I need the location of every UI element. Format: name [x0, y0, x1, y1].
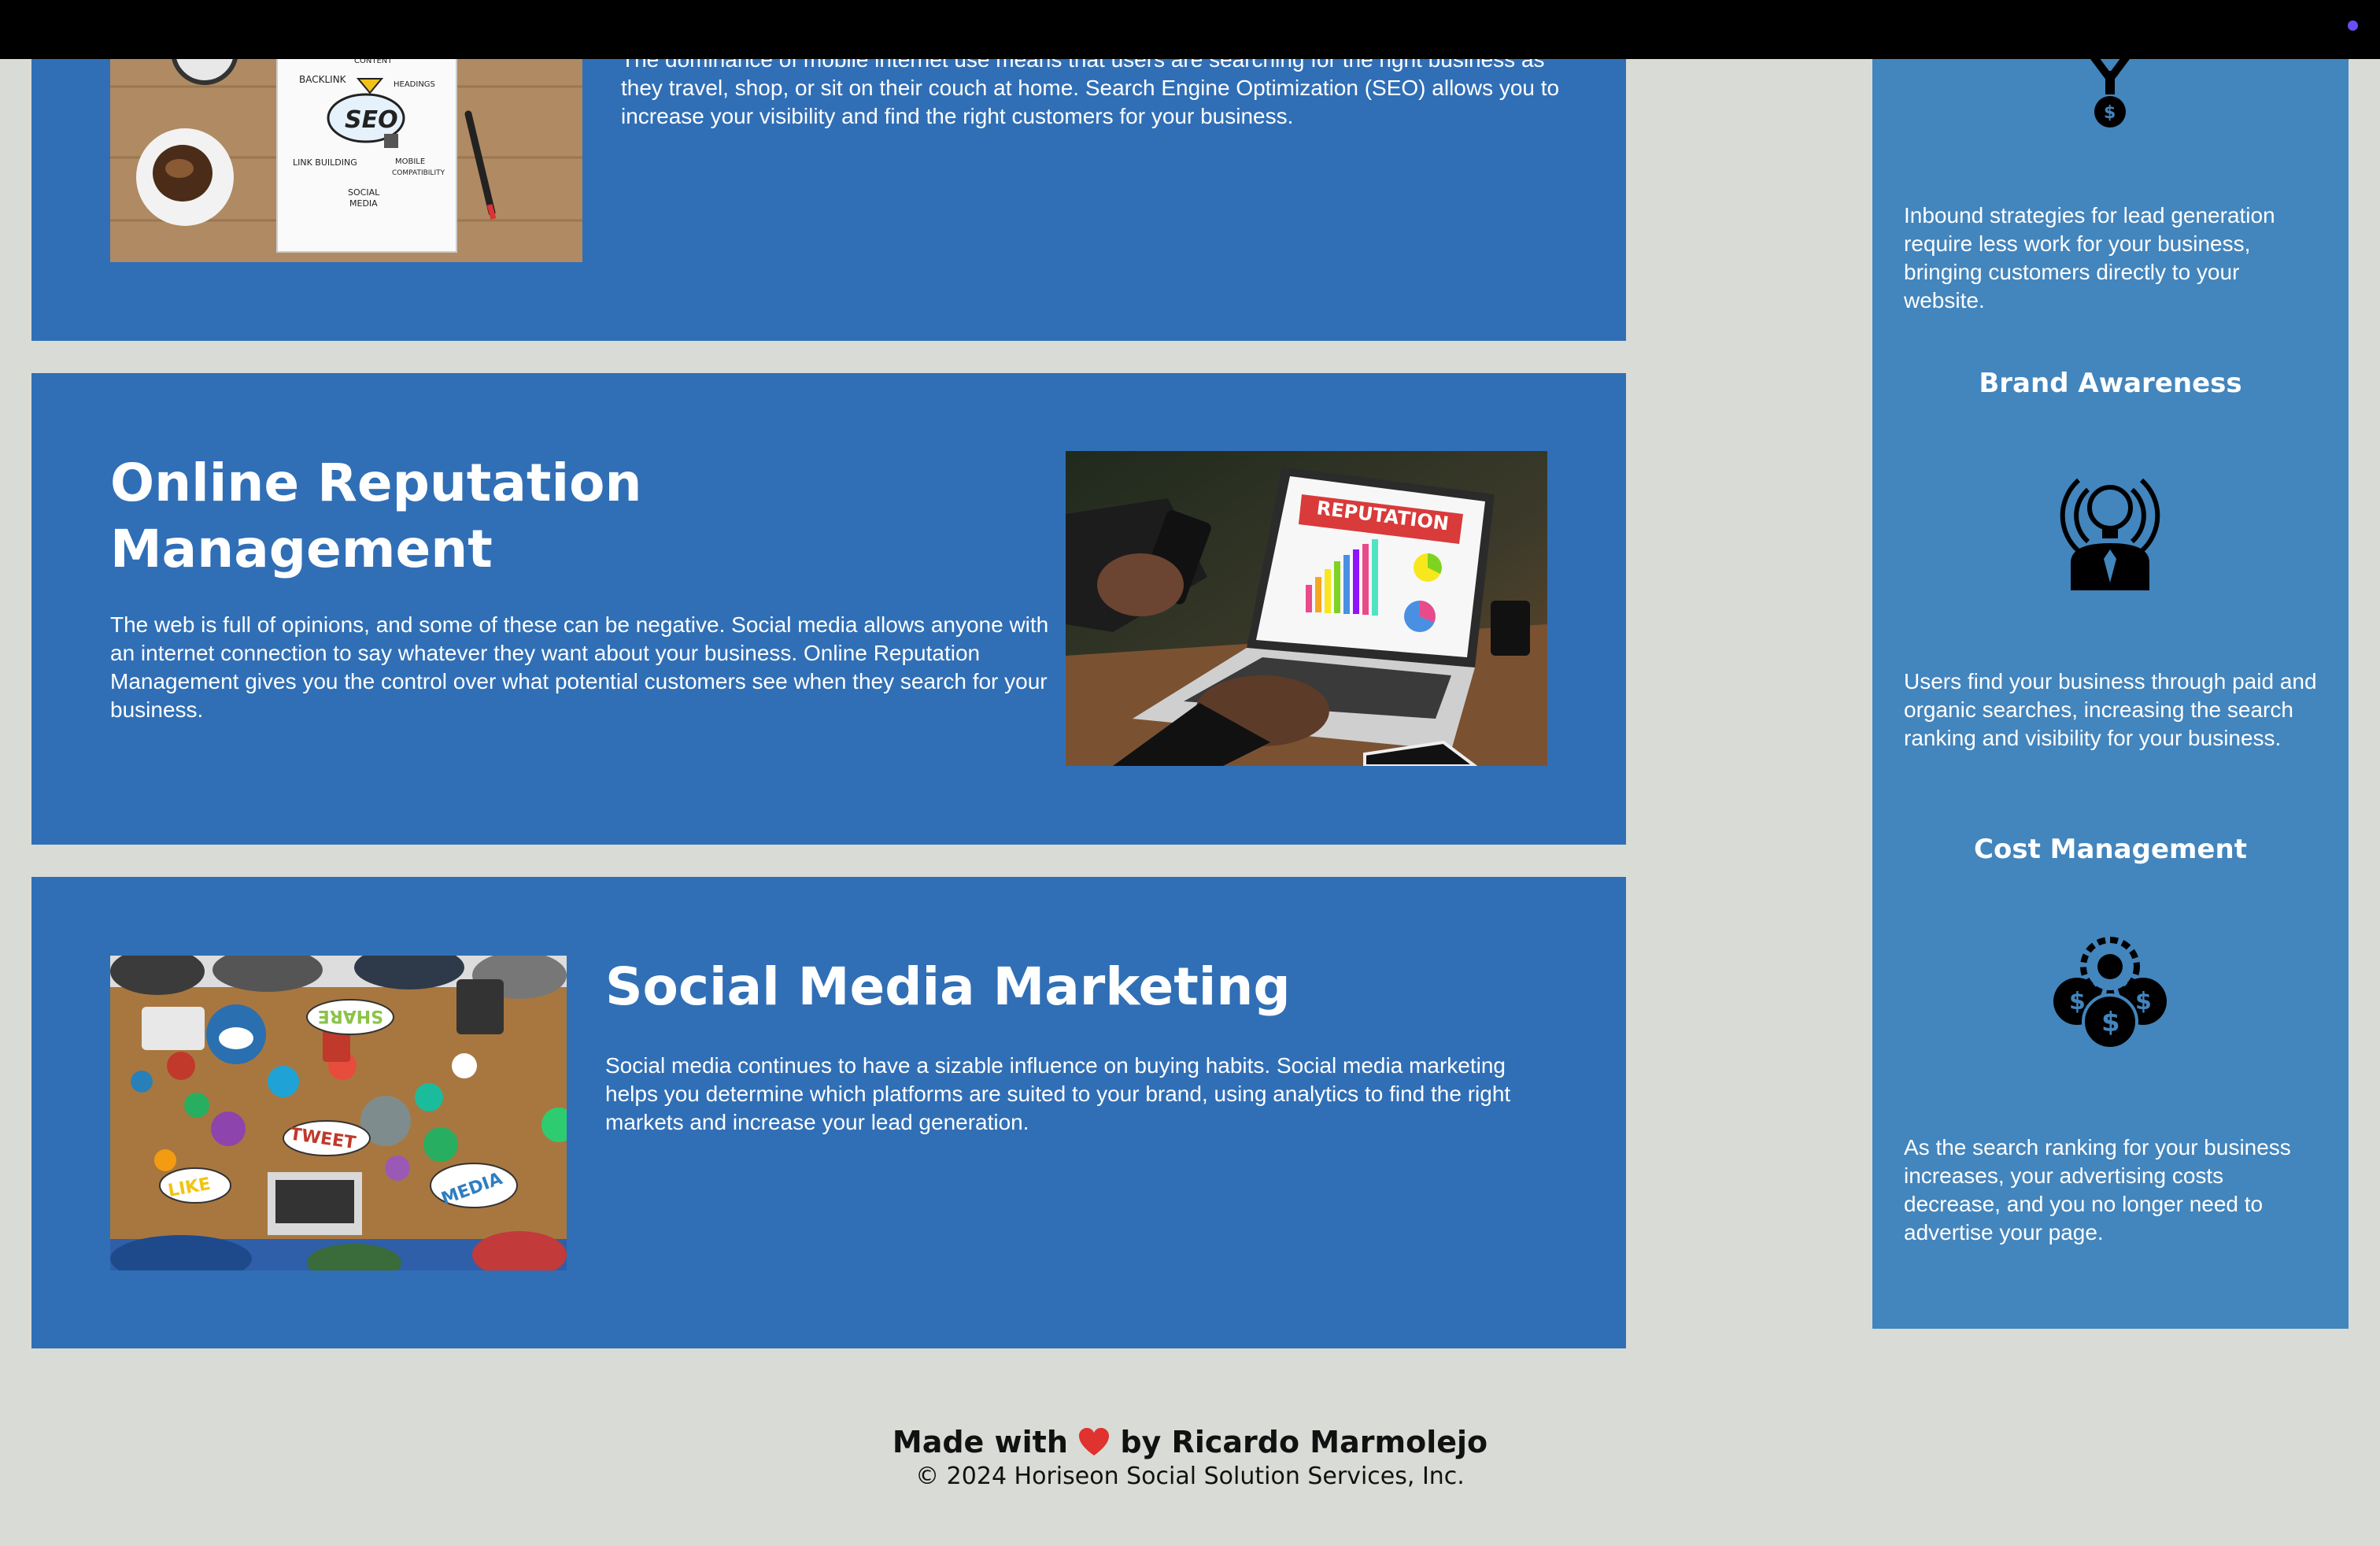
seo-image-media: MEDIA: [349, 198, 378, 209]
online-reputation-section: Online Reputation Management The web is …: [31, 373, 1626, 845]
seo-image-compatibility: COMPATIBILITY: [392, 169, 445, 177]
seo-image-headings: HEADINGS: [394, 80, 435, 89]
benefits-aside: $ Inbound strategies for lead generation…: [1872, 45, 2349, 1329]
svg-text:$: $: [2135, 988, 2152, 1015]
brand-awareness-text: Users find your business through paid an…: [1904, 669, 2317, 750]
footer: Made with by Ricardo Marmolejo © 2024 Ho…: [0, 1423, 2380, 1492]
cost-management-text: As the search ranking for your business …: [1904, 1135, 2291, 1245]
svg-text:$: $: [2104, 103, 2116, 123]
brand-awareness-heading: Brand Awareness: [1979, 368, 2242, 399]
brand-awareness-icon: [2047, 464, 2173, 590]
footer-copyright: © 2024 Horiseon Social Solution Services…: [915, 1463, 1465, 1490]
footer-author: by Ricardo Marmolejo: [1120, 1425, 1488, 1459]
cost-management-heading: Cost Management: [1974, 834, 2247, 865]
smm-image-share: SHARE: [318, 1006, 383, 1026]
orm-title: Online Reputation Management: [110, 453, 642, 579]
orm-image: REPUTATION: [1066, 451, 1547, 766]
seo-image-text: SEO: [345, 106, 398, 134]
svg-text:$: $: [2069, 988, 2086, 1015]
footer-credit: Made with by Ricardo Marmolejo: [0, 1423, 2380, 1461]
status-dot-icon: [2348, 20, 2358, 31]
orm-text: The web is full of opinions, and some of…: [110, 612, 1049, 722]
cost-management-icon: $ $ $: [2047, 929, 2173, 1055]
lead-generation-icon: $: [2063, 45, 2157, 134]
browser-top-bar: [0, 0, 2380, 59]
lead-generation-text: Inbound strategies for lead generation r…: [1904, 203, 2275, 313]
smm-image: SHARE TWEET LIKE MEDIA: [110, 956, 567, 1270]
smm-title: Social Media Marketing: [605, 956, 1291, 1017]
seo-image-link-building: LINK BUILDING: [293, 157, 357, 168]
seo-image-social: SOCIAL: [348, 187, 380, 198]
heart-icon: [1078, 1427, 1110, 1457]
seo-image-backlink: BACKLINK: [299, 74, 347, 85]
smm-text: Social media continues to have a sizable…: [605, 1053, 1511, 1134]
seo-image-mobile: MOBILE: [395, 157, 425, 166]
svg-text:$: $: [2101, 1007, 2120, 1038]
footer-made-with: Made with: [892, 1425, 1068, 1459]
social-media-section: SHARE TWEET LIKE MEDIA Social Media Mark…: [31, 877, 1626, 1348]
